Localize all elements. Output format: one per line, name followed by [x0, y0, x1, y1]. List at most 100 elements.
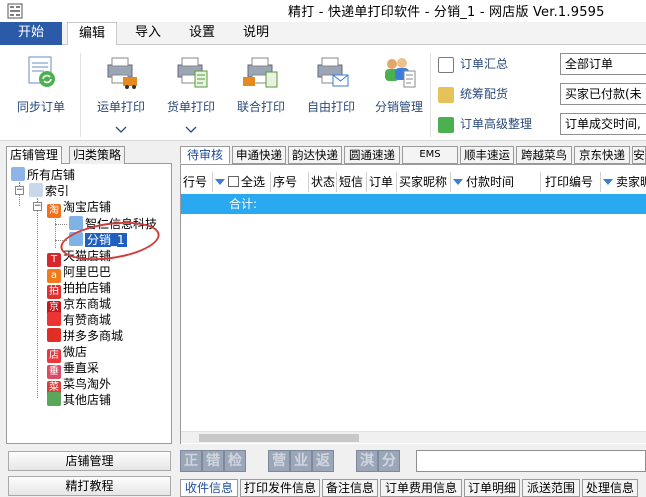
sync-orders-button[interactable]: 同步订单	[12, 55, 70, 115]
tree-node-index[interactable]: 索引	[29, 183, 69, 199]
col-status[interactable]: 状态	[309, 172, 337, 192]
order-summary-button[interactable]: 订单汇总	[438, 55, 508, 75]
tab-sto[interactable]: 申通快递	[232, 146, 286, 164]
tool-button-6[interactable]: 返	[312, 450, 334, 472]
free-print-button[interactable]: 自由打印	[302, 55, 360, 115]
chevron-down-icon[interactable]	[114, 125, 128, 135]
printer-envelope-icon	[317, 57, 349, 87]
window-title: 精打 - 快递单打印软件 - 分销_1 - 网店版 Ver.1.9595	[288, 5, 605, 20]
col-seller-nick[interactable]: 卖家昵	[601, 172, 646, 192]
distribution-manage-button[interactable]: 分销管理	[370, 55, 428, 115]
tab-kuayue-cainiao[interactable]: 跨越菜鸟	[516, 146, 572, 164]
tab-process-info[interactable]: 处理信息	[582, 479, 638, 497]
combined-print-button[interactable]: 联合打印	[232, 55, 290, 115]
tree-node-pdd[interactable]: 拼多多商城	[47, 328, 123, 344]
sync-orders-icon	[28, 56, 55, 87]
toolbar-input[interactable]	[416, 450, 646, 472]
tab-start[interactable]: 开始	[0, 22, 62, 45]
courier-tab-bar: 待审核 申通快递 韵达快递 圆通速递 EMS 顺丰速运 跨越菜鸟 京东快递 安	[180, 146, 646, 164]
tool-button-5[interactable]: 业	[290, 450, 312, 472]
tab-delivery-range[interactable]: 派送范围	[522, 479, 580, 497]
filter-icon[interactable]	[603, 179, 613, 185]
tab-pending-review[interactable]: 待审核	[180, 146, 230, 164]
tree-node-alibaba[interactable]: a 阿里巴巴	[47, 264, 111, 283]
filter-icon[interactable]	[453, 179, 463, 185]
allocation-button[interactable]: 统筹配货	[438, 85, 508, 105]
summary-label: 合计:	[229, 197, 258, 211]
app-icon	[7, 3, 23, 19]
tree-node-chuizhi[interactable]: 垂垂直采	[47, 360, 99, 379]
select-all-checkbox[interactable]	[228, 176, 239, 187]
col-row-number[interactable]: 行号	[181, 172, 213, 192]
tab-import[interactable]: 导入	[128, 22, 168, 45]
waybill-print-button[interactable]: 运单打印	[92, 55, 150, 115]
tool-button-8[interactable]: 分	[378, 450, 400, 472]
col-select-all[interactable]: 全选	[213, 172, 271, 192]
tree-node-all-shops[interactable]: 所有店铺	[11, 167, 75, 183]
advanced-arrange-button[interactable]: 订单高级整理	[438, 115, 532, 135]
tree-line	[55, 224, 67, 225]
tutorial-button[interactable]: 精打教程	[8, 476, 171, 496]
tree-node-taobao[interactable]: 淘淘宝店铺	[47, 199, 111, 218]
tab-fee-info[interactable]: 订单费用信息	[380, 479, 462, 497]
tab-help[interactable]: 说明	[236, 22, 276, 45]
tab-category-strategy[interactable]: 归类策略	[69, 146, 126, 164]
payment-status-select[interactable]: 买家已付款(未	[560, 83, 646, 105]
tool-button-4[interactable]: 营	[268, 450, 290, 472]
users-document-icon	[385, 58, 416, 88]
tab-sender-info[interactable]: 打印发件信息	[240, 479, 320, 497]
horizontal-scrollbar[interactable]	[181, 431, 646, 443]
tab-order-detail[interactable]: 订单明细	[464, 479, 520, 497]
collapse-toggle[interactable]: −	[33, 202, 42, 211]
tab-an[interactable]: 安	[632, 146, 646, 164]
scrollbar-thumb[interactable]	[199, 434, 359, 442]
col-order[interactable]: 订单	[367, 172, 397, 192]
col-print-number[interactable]: 打印编号	[541, 172, 601, 192]
filter-icon[interactable]	[215, 179, 225, 185]
col-sms[interactable]: 短信	[337, 172, 367, 192]
tab-jd-express[interactable]: 京东快递	[574, 146, 630, 164]
tree-node-cainiao[interactable]: 菜菜鸟淘外	[47, 376, 111, 395]
shop-manage-button[interactable]: 店铺管理	[8, 451, 171, 471]
free-print-label: 自由打印	[306, 100, 355, 114]
printer-truck-icon	[107, 57, 137, 89]
tree-node-youzan[interactable]: 有赞商城	[47, 312, 111, 328]
advanced-arrange-label: 订单高级整理	[460, 117, 533, 131]
tab-remark-info[interactable]: 备注信息	[322, 479, 378, 497]
chevron-down-icon[interactable]	[184, 125, 198, 135]
other-shop-icon	[47, 392, 61, 406]
allocation-label: 统筹配货	[460, 87, 509, 101]
tab-ems[interactable]: EMS	[402, 146, 458, 164]
goods-print-button[interactable]: 货单打印	[162, 55, 220, 115]
tool-button-3[interactable]: 检	[224, 450, 246, 472]
tree-node-jd[interactable]: 京京东商城	[47, 296, 111, 315]
col-buyer-nick[interactable]: 买家昵称	[397, 172, 451, 192]
order-filter-select[interactable]: 全部订单	[560, 53, 646, 75]
col-seq[interactable]: 序号	[271, 172, 309, 192]
clipboard-icon	[438, 56, 454, 73]
tab-edit[interactable]: 编辑	[67, 22, 117, 46]
tab-settings[interactable]: 设置	[180, 22, 224, 45]
order-grid: 行号 全选 序号 状态 短信 订单 买家昵称 付款时间 打印编号 卖家昵 合计:	[180, 164, 646, 444]
tab-yunda[interactable]: 韵达快递	[288, 146, 342, 164]
shops-icon	[11, 167, 25, 181]
shop-tree: 所有店铺 − 索引 − 淘淘宝店铺 智仁信息科技 分销_1 T 天猫店铺 a 阿里巴…	[6, 164, 172, 444]
tree-node-weidian[interactable]: 店微店	[47, 344, 87, 363]
youzan-icon	[47, 312, 61, 326]
order-summary-label: 订单汇总	[460, 57, 509, 71]
sync-orders-label: 同步订单	[16, 100, 65, 114]
sort-field-select[interactable]: 订单成交时间,	[560, 113, 646, 135]
tool-button-2[interactable]: 错	[202, 450, 224, 472]
tool-button-1[interactable]: 正	[180, 450, 202, 472]
collapse-toggle[interactable]: −	[15, 186, 24, 195]
tree-line	[55, 214, 56, 248]
tools-icon	[438, 86, 454, 103]
col-pay-time[interactable]: 付款时间	[451, 172, 541, 192]
tab-shop-manage[interactable]: 店铺管理	[6, 146, 63, 165]
tab-sf[interactable]: 顺丰速运	[460, 146, 514, 164]
tree-node-paipai[interactable]: 拍拍拍店铺	[47, 280, 111, 299]
tree-node-other[interactable]: 其他店铺	[47, 392, 111, 408]
tab-receiver-info[interactable]: 收件信息	[180, 479, 238, 497]
tab-yto[interactable]: 圆通速递	[344, 146, 400, 164]
tool-button-7[interactable]: 淇	[356, 450, 378, 472]
